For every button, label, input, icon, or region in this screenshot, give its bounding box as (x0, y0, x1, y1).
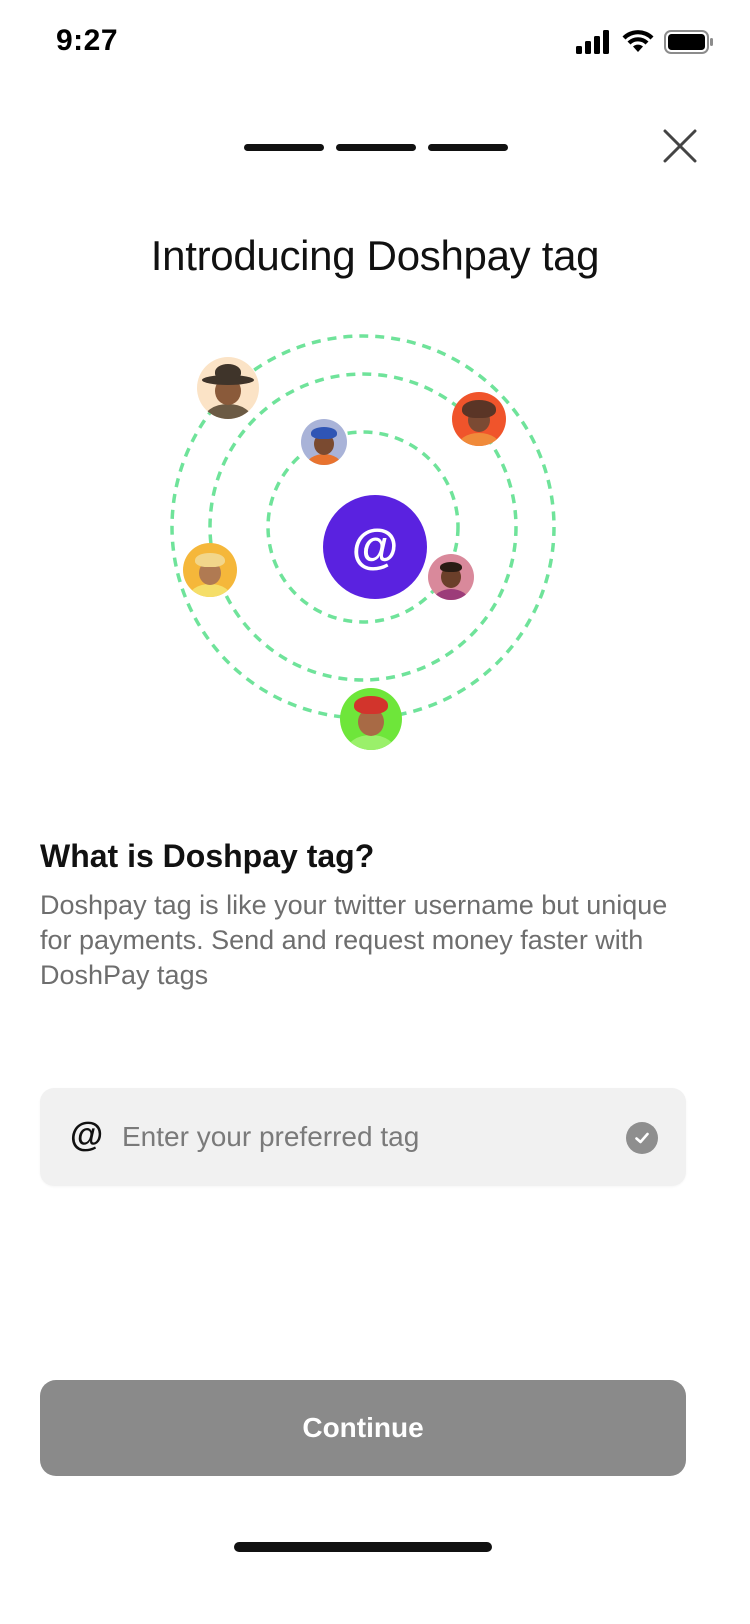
info-description: Doshpay tag is like your twitter usernam… (40, 888, 680, 993)
tag-network-illustration: @ (150, 330, 600, 780)
info-heading: What is Doshpay tag? (40, 838, 374, 875)
close-icon (663, 129, 697, 168)
status-icons (576, 30, 714, 58)
status-time: 9:27 (56, 24, 118, 58)
avatar-red-hair (340, 688, 402, 750)
home-indicator (234, 1542, 492, 1552)
tag-input-container[interactable]: @ (40, 1088, 686, 1186)
avatar-pink-bearded (428, 554, 474, 600)
battery-icon (664, 29, 714, 60)
page-title: Introducing Doshpay tag (0, 232, 750, 280)
check-circle-icon (626, 1122, 658, 1154)
avatar-blonde (183, 543, 237, 597)
avatar-orange-curly (452, 392, 506, 446)
status-bar: 9:27 (0, 0, 750, 90)
close-button[interactable] (660, 128, 700, 168)
progress-step-3 (428, 144, 508, 151)
at-prefix: @ (70, 1116, 103, 1155)
continue-button[interactable]: Continue (40, 1380, 686, 1476)
cellular-signal-icon (576, 30, 612, 59)
progress-step-2 (336, 144, 416, 151)
progress-step-1 (244, 144, 324, 151)
tag-input[interactable] (122, 1088, 602, 1186)
step-progress-indicator (244, 144, 508, 151)
avatar-blue-cap (301, 419, 347, 465)
tag-at-symbol: @ (323, 495, 427, 599)
wifi-icon (622, 30, 654, 59)
avatar-cowboy (197, 357, 259, 419)
